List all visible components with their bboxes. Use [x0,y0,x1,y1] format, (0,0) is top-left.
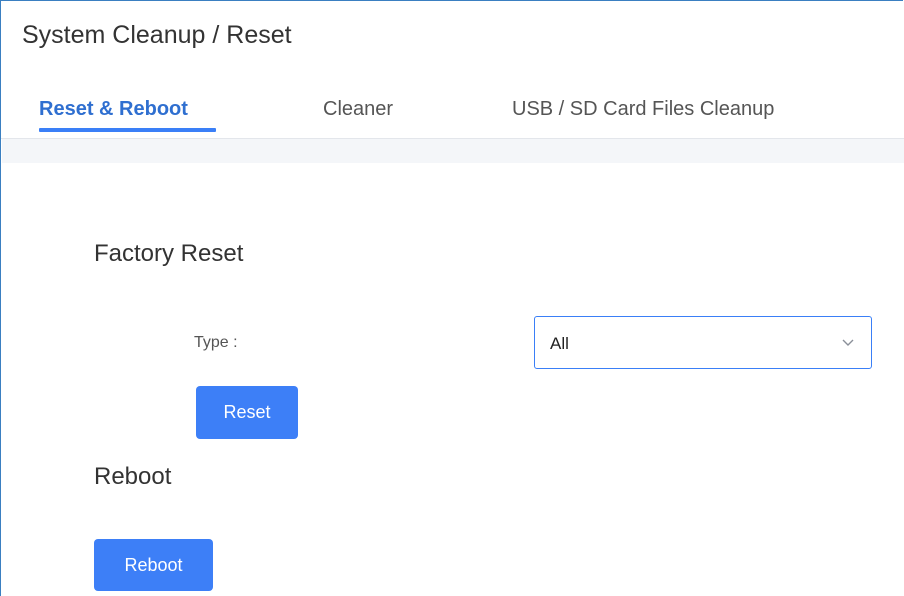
reboot-button[interactable]: Reboot [94,539,213,591]
type-select[interactable]: All [534,316,872,369]
tab-usb-sd-cleanup[interactable]: USB / SD Card Files Cleanup [512,98,774,121]
chevron-down-icon [842,339,854,346]
reboot-title: Reboot [94,463,172,490]
app-frame: System Cleanup / Reset Reset & Reboot Cl… [0,0,904,596]
factory-reset-title: Factory Reset [94,240,244,267]
tab-cleaner[interactable]: Cleaner [323,98,393,121]
reset-button[interactable]: Reset [196,386,298,439]
type-select-value: All [550,334,569,353]
page-title: System Cleanup / Reset [22,21,292,49]
content-header-band [2,139,904,163]
type-label: Type : [194,334,238,351]
tab-reset-reboot[interactable]: Reset & Reboot [39,98,188,121]
active-tab-indicator [39,128,216,132]
